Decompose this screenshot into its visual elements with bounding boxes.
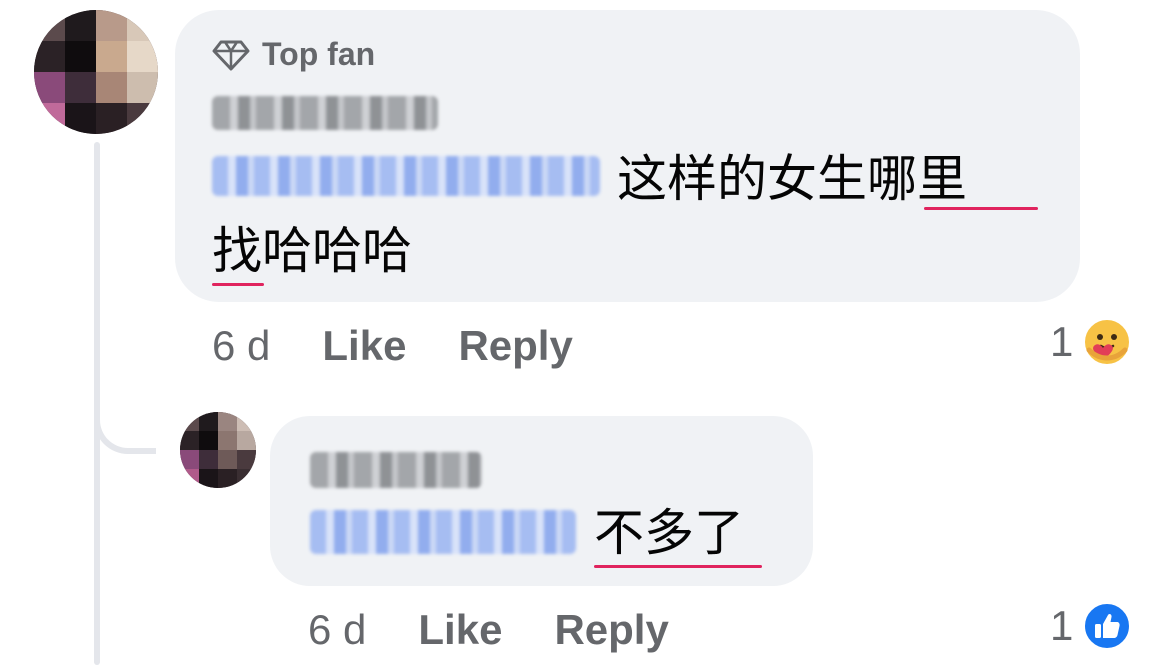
like-button[interactable]: Like	[418, 606, 502, 654]
comment-text-line1: 这样的女生哪里	[617, 150, 967, 208]
reply-actions: 6 d Like Reply	[308, 606, 669, 654]
reaction-count: 1	[1050, 318, 1074, 365]
mentioned-user-redacted[interactable]	[310, 510, 576, 554]
comment-timestamp[interactable]: 6 d	[308, 606, 366, 654]
spellcheck-underline	[594, 565, 762, 568]
avatar[interactable]	[34, 10, 158, 134]
top-fan-label: Top fan	[262, 36, 376, 72]
care-reaction-icon	[1083, 318, 1132, 366]
like-button[interactable]: Like	[322, 322, 406, 370]
comment-text-line2: 找哈哈哈	[212, 222, 412, 280]
reply-button[interactable]: Reply	[554, 606, 668, 654]
comment-timestamp[interactable]: 6 d	[212, 322, 270, 370]
comment-actions: 6 d Like Reply	[212, 322, 573, 370]
reaction-summary[interactable]: 1	[1050, 602, 1132, 650]
like-reaction-icon	[1083, 602, 1132, 650]
reply-text: 不多了	[594, 504, 744, 562]
spellcheck-underline	[212, 283, 264, 286]
reaction-count: 1	[1050, 602, 1074, 649]
reply-button[interactable]: Reply	[458, 322, 572, 370]
mentioned-user-redacted[interactable]	[212, 156, 600, 196]
top-fan-badge: Top fan	[212, 36, 375, 73]
author-name-redacted[interactable]	[310, 452, 482, 488]
author-name-redacted[interactable]	[212, 96, 438, 130]
reply-connector	[94, 398, 156, 454]
avatar[interactable]	[180, 412, 256, 488]
spellcheck-underline	[924, 207, 1038, 210]
diamond-icon	[212, 40, 250, 70]
reaction-summary[interactable]: 1	[1050, 318, 1132, 366]
